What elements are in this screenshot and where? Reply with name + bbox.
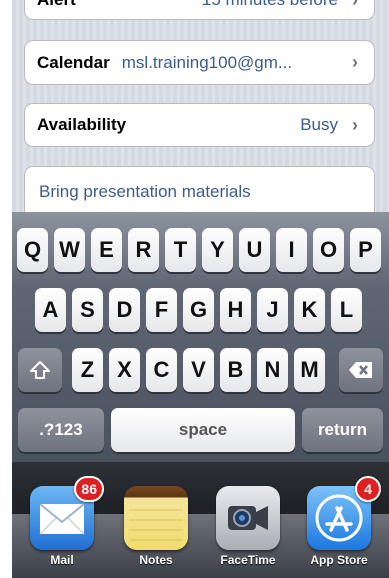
key-m[interactable]: M: [294, 348, 325, 392]
key-a[interactable]: A: [35, 288, 66, 332]
notes-label: Notes: [139, 553, 173, 567]
availability-value: Busy: [300, 115, 338, 134]
chevron-right-icon: ›: [352, 114, 358, 135]
calendar-value: msl.training100@gm...: [121, 52, 293, 72]
phone-screen: Alert 15 minutes before › Calendar msl.t…: [12, 0, 389, 578]
key-c[interactable]: C: [146, 348, 177, 392]
facetime-label: FaceTime: [220, 553, 276, 567]
notes-text: Bring presentation materials: [39, 182, 251, 201]
event-form: Alert 15 minutes before › Calendar msl.t…: [12, 0, 389, 236]
key-s[interactable]: S: [72, 288, 103, 332]
chevron-right-icon: ›: [352, 52, 358, 72]
key-i[interactable]: I: [276, 228, 307, 272]
key-k[interactable]: K: [294, 288, 325, 332]
key-y[interactable]: Y: [202, 228, 233, 272]
chevron-right-icon: ›: [346, 0, 364, 11]
key-d[interactable]: D: [109, 288, 140, 332]
alert-value: 15 minutes before: [88, 0, 338, 10]
key-u[interactable]: U: [239, 228, 270, 272]
delete-key[interactable]: [339, 348, 383, 392]
keyboard: .?123 space return QWERTYUIOP ASDFGHJKL ZX…: [12, 212, 389, 462]
dock-app-appstore[interactable]: 4 App Store: [303, 476, 381, 567]
facetime-icon: [216, 486, 280, 550]
key-g[interactable]: G: [183, 288, 214, 332]
appstore-badge: 4: [355, 476, 381, 502]
key-t[interactable]: T: [165, 228, 196, 272]
mail-badge: 86: [74, 476, 104, 502]
alert-label: Alert: [37, 0, 76, 10]
delete-icon: [349, 362, 372, 378]
key-n[interactable]: N: [257, 348, 288, 392]
mail-label: Mail: [50, 553, 74, 567]
key-o[interactable]: O: [313, 228, 344, 272]
alert-row[interactable]: Alert 15 minutes before ›: [24, 0, 375, 20]
calendar-label: Calendar: [37, 52, 110, 72]
shift-key[interactable]: [18, 348, 62, 392]
space-key[interactable]: space: [111, 408, 295, 452]
key-x[interactable]: X: [109, 348, 140, 392]
availability-label: Availability: [37, 115, 127, 134]
dock-app-facetime[interactable]: FaceTime: [212, 486, 284, 567]
key-r[interactable]: R: [128, 228, 159, 272]
dock: 86 Mail Notes FaceTime 4 App Store: [12, 462, 389, 578]
return-key[interactable]: return: [302, 408, 383, 452]
key-v[interactable]: V: [183, 348, 214, 392]
key-w[interactable]: W: [54, 228, 85, 272]
key-z[interactable]: Z: [72, 348, 103, 392]
key-f[interactable]: F: [146, 288, 177, 332]
numbers-key[interactable]: .?123: [18, 408, 104, 452]
mail-icon: 86: [30, 476, 104, 550]
shift-icon: [30, 361, 50, 379]
key-b[interactable]: B: [220, 348, 251, 392]
dock-app-mail[interactable]: 86 Mail: [26, 476, 104, 567]
key-l[interactable]: L: [331, 288, 362, 332]
appstore-label: App Store: [310, 553, 368, 567]
calendar-row[interactable]: Calendar msl.training100@gm... ›: [24, 40, 375, 85]
key-p[interactable]: P: [350, 228, 381, 272]
dock-app-notes[interactable]: Notes: [120, 486, 192, 567]
notes-icon: [124, 486, 188, 550]
key-q[interactable]: Q: [17, 228, 48, 272]
key-j[interactable]: J: [257, 288, 288, 332]
appstore-icon: 4: [307, 476, 381, 550]
key-h[interactable]: H: [220, 288, 251, 332]
key-e[interactable]: E: [91, 228, 122, 272]
availability-row[interactable]: Availability Busy ›: [24, 103, 375, 147]
